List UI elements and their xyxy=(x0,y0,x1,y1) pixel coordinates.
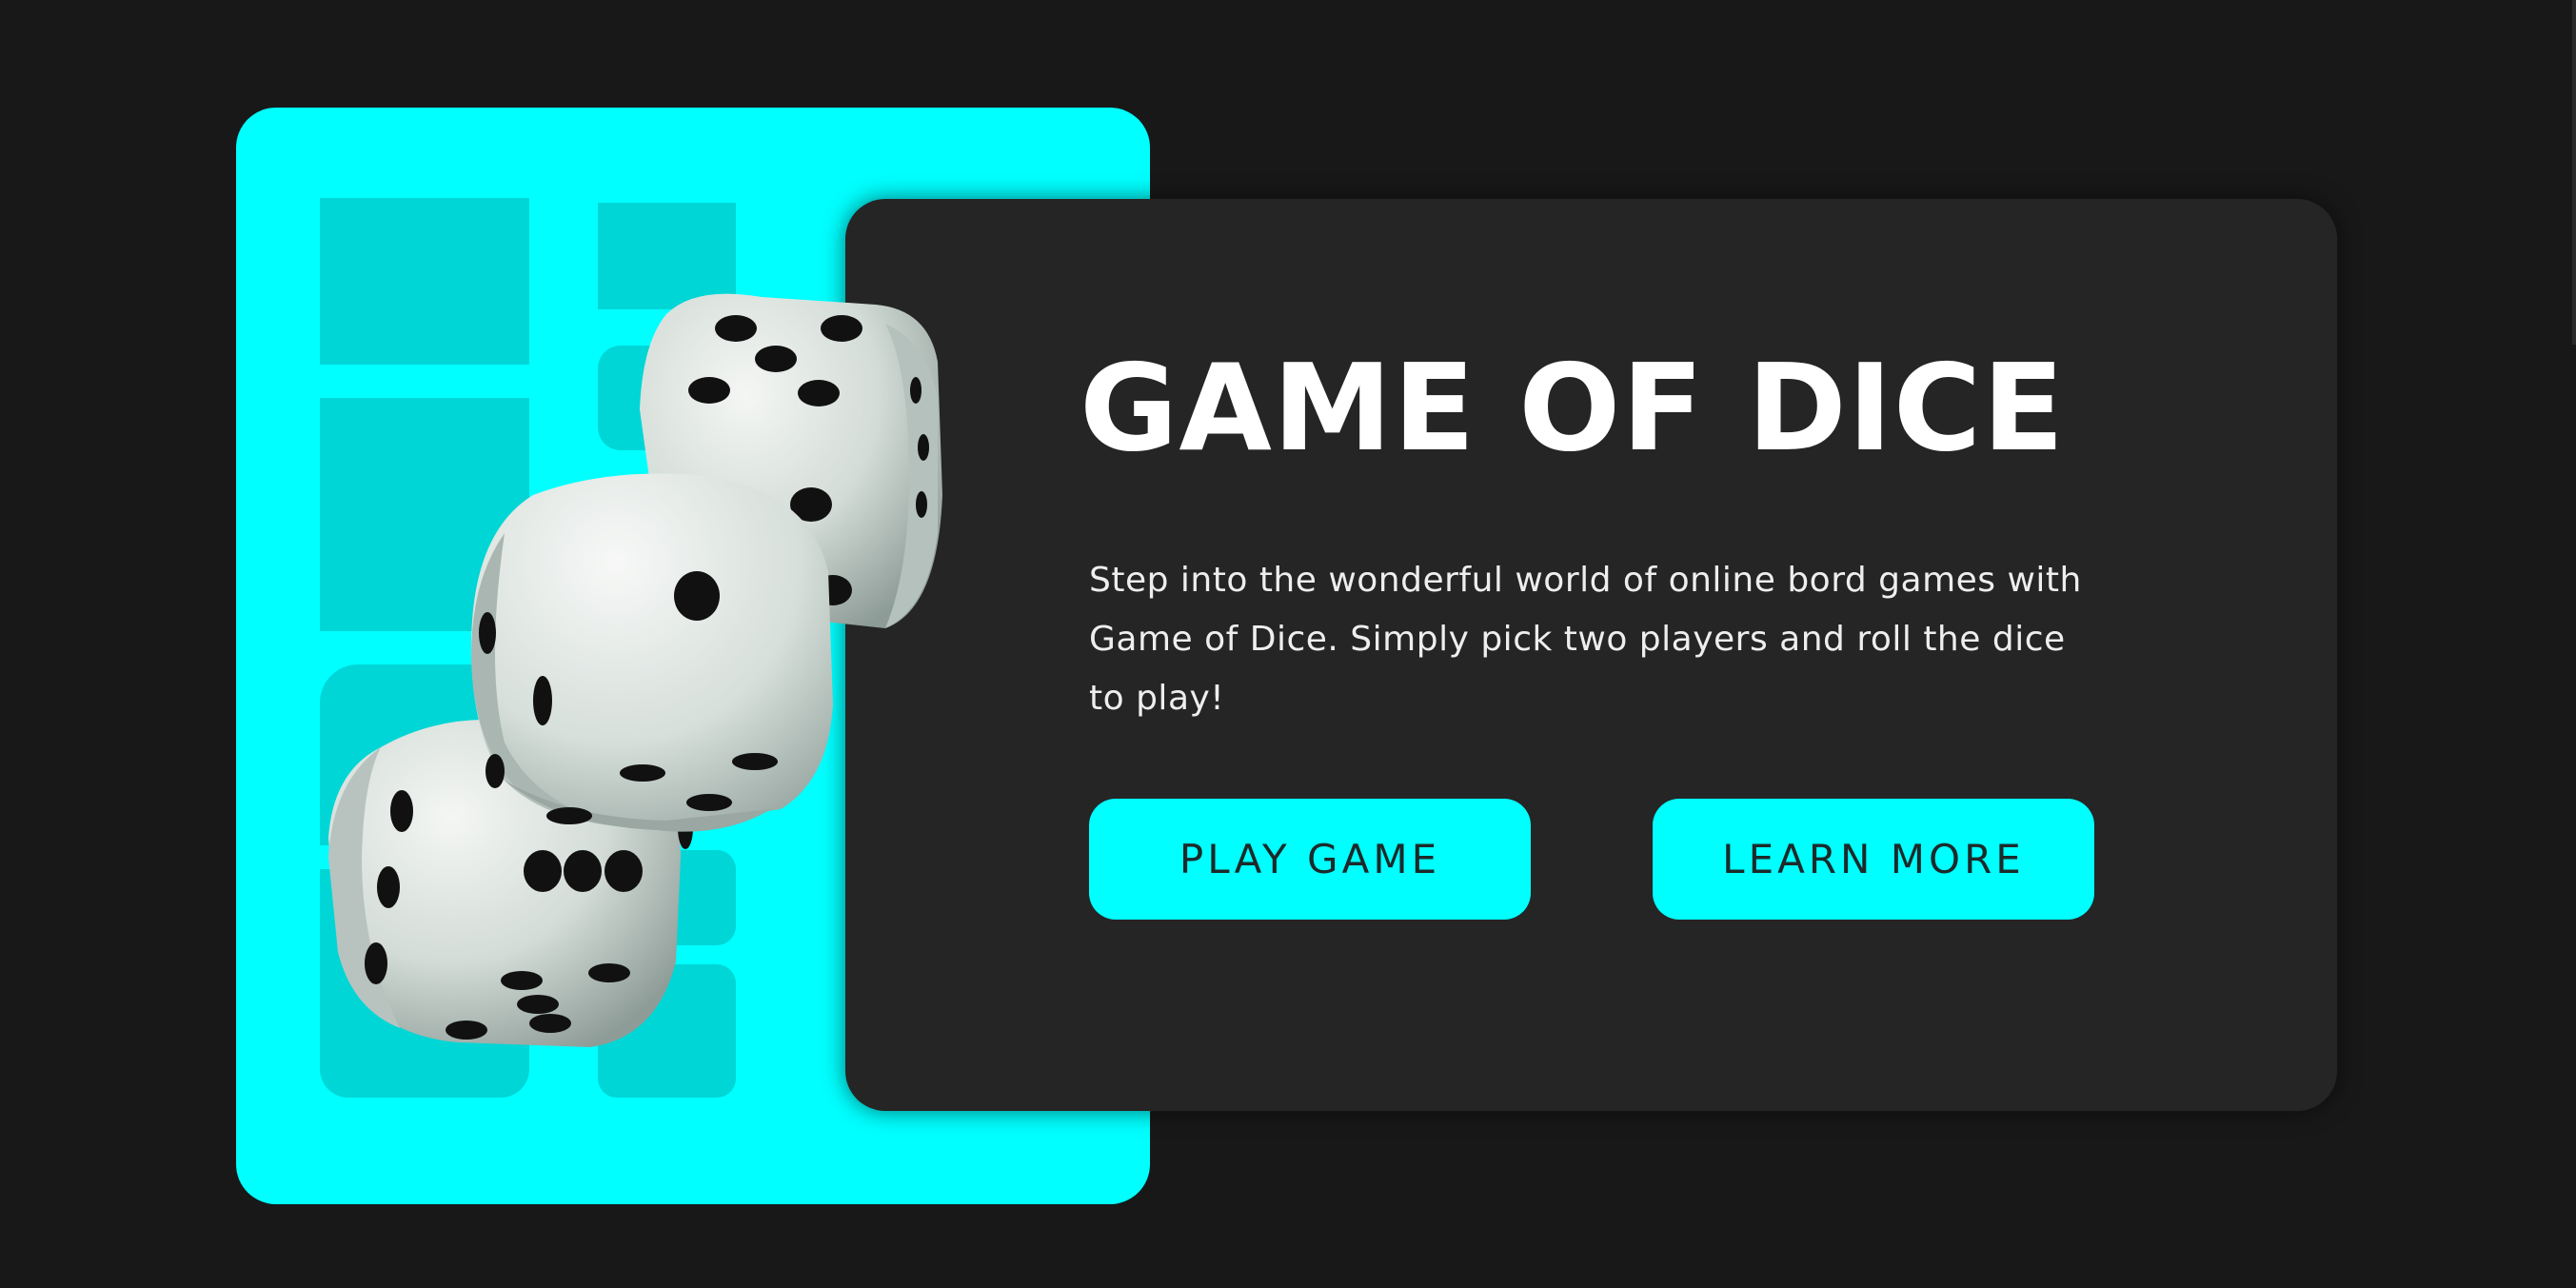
page-title: GAME OF DICE xyxy=(1080,338,2066,478)
watermark-letter-d xyxy=(598,964,736,1098)
watermark-letter-c xyxy=(598,346,736,450)
learn-more-button[interactable]: LEARN MORE xyxy=(1653,799,2094,920)
watermark-letter-e-small xyxy=(598,203,736,309)
scrollbar[interactable] xyxy=(2572,0,2576,345)
hero-description: Step into the wonderful world of online … xyxy=(1089,561,2082,718)
watermark-letter-m xyxy=(320,398,529,631)
landing-page: GAME OF DICE Step into the wonderful wor… xyxy=(0,0,2576,1288)
watermark-letter-a xyxy=(320,664,529,845)
watermark-letter-i xyxy=(598,850,736,945)
hero-info-card: GAME OF DICE Step into the wonderful wor… xyxy=(845,199,2337,1111)
watermark-letter-e xyxy=(320,198,529,365)
watermark-letter-g xyxy=(320,869,529,1098)
play-game-button[interactable]: PLAY GAME xyxy=(1089,799,1531,920)
